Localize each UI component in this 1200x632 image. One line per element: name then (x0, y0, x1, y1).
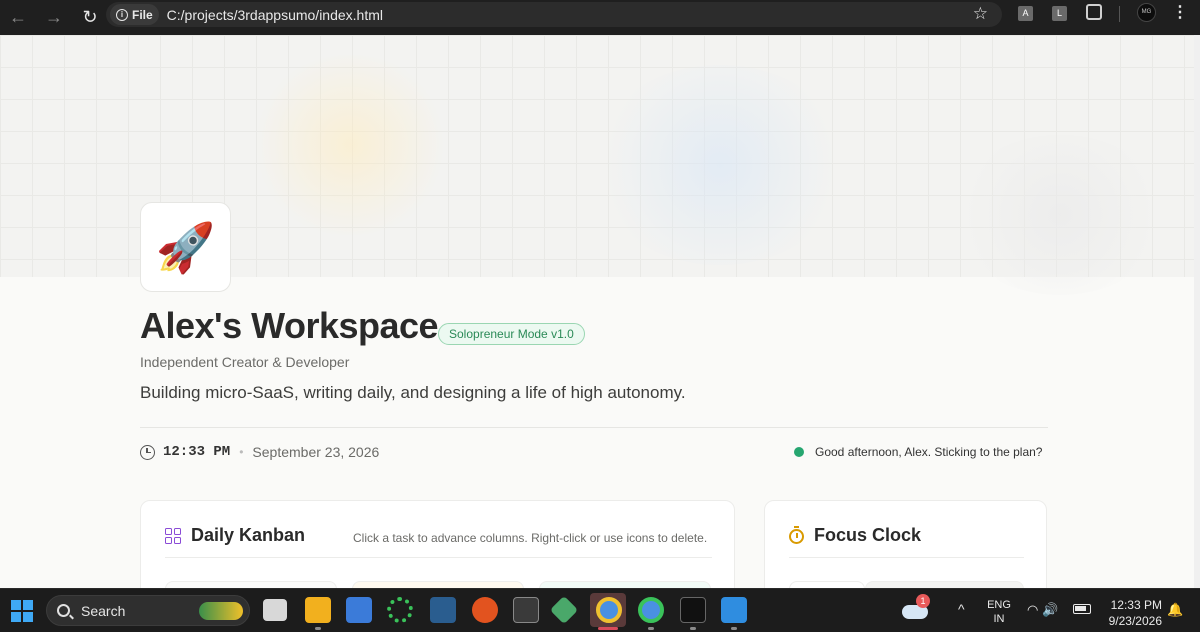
taskbar-search[interactable]: Search (46, 595, 250, 626)
database-app-icon[interactable] (430, 597, 456, 623)
electron-app-icon[interactable] (513, 597, 539, 623)
page-scrollbar[interactable] (1194, 35, 1200, 588)
kanban-column-done[interactable] (539, 581, 711, 588)
app-running-indicator (690, 627, 696, 630)
kanban-header: Daily Kanban (165, 525, 305, 546)
focus-tab-active[interactable] (789, 581, 865, 588)
profile-avatar[interactable]: MG (1137, 3, 1156, 22)
page-title: Alex's Workspace (140, 305, 439, 346)
forward-button[interactable]: → (36, 0, 72, 35)
kanban-divider (165, 557, 712, 558)
separator-dot: • (239, 445, 244, 459)
focus-title: Focus Clock (814, 525, 922, 545)
stopwatch-icon (789, 526, 804, 544)
section-divider (140, 427, 1048, 428)
app-running-indicator (315, 627, 321, 630)
cover-glow (950, 135, 1170, 295)
app-running-indicator (648, 627, 654, 630)
info-icon: i (116, 8, 128, 21)
task-view-icon[interactable] (263, 599, 287, 621)
kanban-column-todo[interactable] (165, 581, 337, 588)
cover-glow (590, 65, 850, 265)
ubuntu-icon[interactable] (472, 597, 498, 623)
windows-start-icon[interactable] (11, 600, 33, 622)
focus-header: Focus Clock (789, 525, 921, 546)
taskbar-time: 12:33 PM (1110, 598, 1162, 612)
file-label: File (132, 7, 153, 22)
git-app-icon[interactable] (549, 595, 579, 625)
extension-l-button[interactable]: L (1052, 6, 1067, 21)
language-indicator[interactable]: ENG IN (986, 598, 1012, 626)
focus-card: Focus Clock (764, 500, 1047, 588)
clock-row: 12:33 PM • September 23, 2026 (140, 444, 379, 460)
notification-bell-icon[interactable]: 🔔 (1167, 602, 1183, 618)
browser-toolbar: ← → ↻ i File C:/projects/3rdappsumo/inde… (0, 0, 1200, 35)
notification-badge: 1 (916, 594, 930, 608)
toolbar-separator (1119, 6, 1120, 22)
clock-icon (140, 444, 155, 460)
search-label: Search (81, 602, 126, 619)
mode-badge: Solopreneur Mode v1.0 (438, 323, 585, 345)
bookmark-star-icon[interactable]: ☆ (973, 4, 988, 24)
language-code: ENG (987, 599, 1011, 611)
chrome-icon[interactable] (596, 597, 622, 623)
recorder-app-icon[interactable] (680, 597, 706, 623)
battery-icon[interactable] (1073, 604, 1091, 614)
status-dot-icon (794, 447, 804, 457)
current-date: September 23, 2026 (252, 444, 380, 460)
search-icon (57, 604, 70, 617)
current-time: 12:33 PM (163, 444, 231, 460)
back-button[interactable]: ← (0, 0, 36, 35)
kanban-card: Daily Kanban Click a task to advance col… (140, 500, 735, 588)
site-info-chip[interactable]: i File (110, 4, 159, 25)
vscode-icon[interactable] (721, 597, 747, 623)
extensions-puzzle-icon[interactable] (1086, 4, 1102, 20)
kanban-hint: Click a task to advance columns. Right-c… (353, 531, 708, 545)
windows-taskbar: Search 1 ^ ENG IN ◠🔊 12:33 PM 9/23/2026 … (0, 588, 1200, 632)
address-bar[interactable]: i File C:/projects/3rdappsumo/index.html… (106, 2, 1002, 27)
cover-glow (250, 55, 450, 235)
focus-tab-inactive[interactable] (865, 581, 1024, 588)
page-content: 🚀 Alex's Workspace Solopreneur Mode v1.0… (0, 35, 1200, 588)
workspace-icon: 🚀 (140, 202, 231, 292)
search-highlight-icon (199, 602, 243, 620)
app-running-indicator (731, 627, 737, 630)
chrome-profile-icon[interactable] (638, 597, 664, 623)
grid-icon (165, 527, 181, 544)
kanban-title: Daily Kanban (191, 525, 306, 545)
rocket-icon: 🚀 (155, 221, 216, 275)
arrow-right-icon: → (45, 7, 63, 27)
reload-button[interactable]: ↻ (72, 0, 108, 35)
app-active-indicator (598, 627, 618, 630)
taskbar-date: 9/23/2026 (1108, 614, 1162, 628)
greeting-text: Good afternoon, Alex. Sticking to the pl… (815, 445, 1043, 459)
more-menu-icon[interactable]: ⋮ (1172, 2, 1188, 22)
language-region: IN (993, 613, 1005, 625)
taskbar-clock[interactable]: 12:33 PM 9/23/2026 (1108, 597, 1162, 629)
page-subtitle: Independent Creator & Developer (140, 354, 350, 370)
wifi-volume-icons[interactable]: ◠🔊 (1027, 602, 1063, 618)
chevron-up-icon[interactable]: ^ (958, 601, 965, 617)
greeting: Good afternoon, Alex. Sticking to the pl… (794, 445, 1042, 459)
page-description: Building micro-SaaS, writing daily, and … (140, 383, 686, 402)
focus-divider (789, 557, 1024, 558)
extension-a-button[interactable]: A (1018, 6, 1033, 21)
arrow-left-icon: ← (9, 7, 27, 27)
file-explorer-icon[interactable] (305, 597, 331, 623)
url-text[interactable]: C:/projects/3rdappsumo/index.html (167, 7, 383, 23)
loading-app-icon[interactable] (387, 597, 413, 623)
kanban-column-doing[interactable] (352, 581, 524, 588)
microsoft-store-icon[interactable] (346, 597, 372, 623)
reload-icon: ↻ (82, 7, 98, 27)
